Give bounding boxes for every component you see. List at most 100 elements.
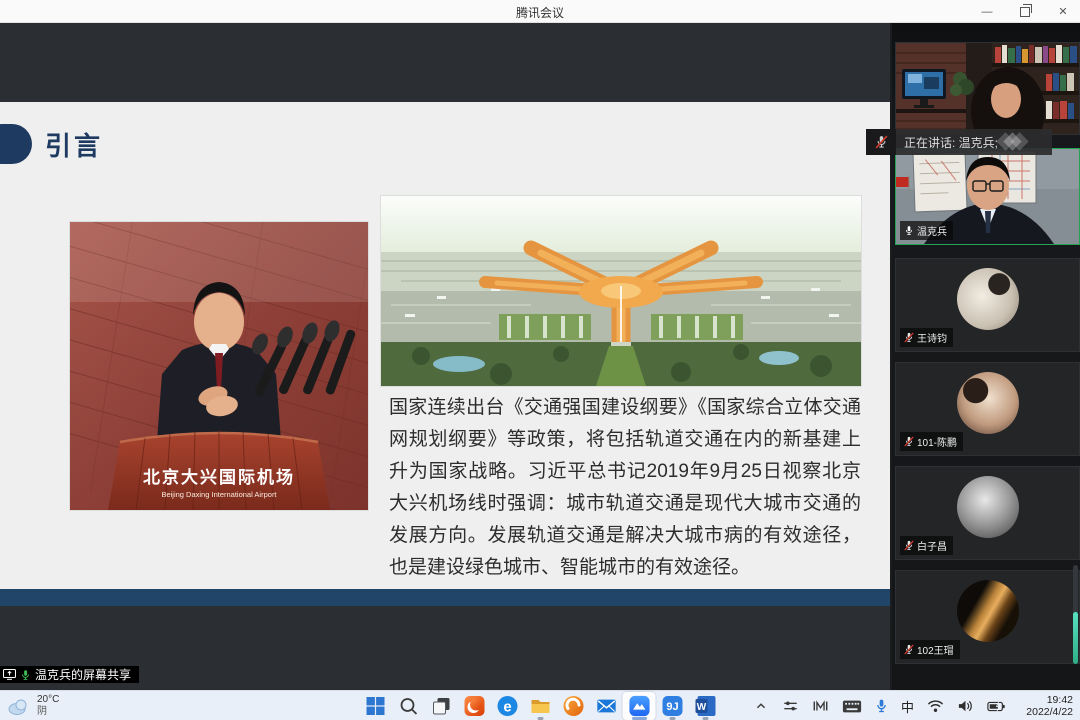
office-app-button[interactable] bbox=[458, 692, 491, 720]
speaking-mic-box bbox=[866, 129, 896, 155]
mic-muted-icon bbox=[904, 332, 914, 343]
blue-app-button[interactable]: 9J bbox=[656, 692, 689, 720]
video-tile-speaker[interactable] bbox=[895, 42, 1080, 135]
video-tile-baizichang[interactable]: 白子昌 bbox=[895, 466, 1080, 560]
restore-icon bbox=[1020, 7, 1030, 17]
blue-app-icon: 9J bbox=[661, 695, 683, 717]
edge-browser-button[interactable]: e bbox=[491, 692, 524, 720]
word-icon: W bbox=[694, 695, 716, 717]
close-button[interactable]: ✕ bbox=[1056, 5, 1070, 19]
tray-mic-active-icon[interactable] bbox=[875, 698, 888, 714]
minimize-button[interactable]: — bbox=[980, 5, 994, 19]
taskbar-app-icons: e bbox=[359, 692, 722, 720]
browser-app-button[interactable] bbox=[557, 692, 590, 720]
participant-name-badge: 温克兵 bbox=[900, 221, 953, 240]
task-view-button[interactable] bbox=[425, 692, 458, 720]
search-button[interactable] bbox=[392, 692, 425, 720]
heading-accent-shape bbox=[0, 124, 32, 164]
input-method-indicator[interactable]: 中 bbox=[901, 697, 914, 716]
word-app-button[interactable]: W bbox=[689, 692, 722, 720]
participant-name-badge: 白子昌 bbox=[900, 536, 953, 555]
participant-name-badge: 王诗钧 bbox=[900, 328, 953, 347]
browser-icon bbox=[562, 695, 584, 717]
presentation-slide: 引言 bbox=[0, 102, 890, 589]
volume-icon[interactable] bbox=[957, 699, 974, 713]
participants-panel: 温克兵 王诗钧 bbox=[890, 23, 1080, 690]
speaking-logo-diamonds bbox=[1005, 135, 1026, 148]
tencent-meeting-icon bbox=[628, 695, 650, 717]
mic-muted-icon bbox=[875, 135, 888, 149]
avatar bbox=[957, 580, 1019, 642]
touch-keyboard-icon[interactable] bbox=[842, 699, 862, 714]
cloud-icon bbox=[7, 698, 31, 715]
podium-speech-photo: 北京大兴国际机场 Beijing Daxing International Ai… bbox=[70, 222, 368, 510]
avatar bbox=[957, 268, 1019, 330]
taskbar-clock[interactable]: 19:42 2022/4/22 bbox=[1026, 694, 1073, 718]
mic-on-icon bbox=[20, 669, 31, 681]
folder-icon bbox=[529, 695, 551, 717]
mic-muted-icon bbox=[904, 644, 914, 655]
mic-muted-icon bbox=[904, 540, 914, 551]
avatar bbox=[957, 372, 1019, 434]
participants-scrollbar[interactable] bbox=[1073, 565, 1078, 664]
participant-name: 102王瑁 bbox=[917, 642, 954, 657]
weather-condition: 阴 bbox=[37, 706, 59, 718]
mail-icon bbox=[595, 695, 617, 717]
tray-app-m-icon[interactable] bbox=[812, 698, 829, 714]
window-title: 腾讯会议 bbox=[0, 4, 1080, 21]
svg-text:e: e bbox=[503, 699, 511, 716]
video-tile-wangshijun[interactable]: 王诗钧 bbox=[895, 258, 1080, 352]
podium-title-cn: 北京大兴国际机场 bbox=[143, 467, 295, 487]
screen-share-label: 温克兵的屏幕共享 bbox=[35, 666, 131, 683]
podium-title-en: Beijing Daxing International Airport bbox=[161, 490, 277, 499]
video-feed bbox=[896, 43, 1080, 135]
video-tile-wangmao[interactable]: 102王瑁 bbox=[895, 570, 1080, 664]
titlebar: 腾讯会议 — ✕ bbox=[0, 0, 1080, 23]
weather-widget[interactable]: 20°C 阴 bbox=[7, 692, 59, 720]
windows-start-icon bbox=[365, 696, 385, 716]
tray-chevron-up-icon[interactable] bbox=[753, 698, 769, 714]
mic-muted-icon bbox=[904, 436, 914, 447]
airport-aerial-photo bbox=[381, 196, 861, 386]
svg-text:W: W bbox=[696, 702, 706, 713]
start-button[interactable] bbox=[359, 692, 392, 720]
participant-name-badge: 102王瑁 bbox=[900, 640, 960, 659]
participant-name: 温克兵 bbox=[917, 223, 947, 238]
meeting-main-area: 引言 bbox=[0, 23, 1080, 690]
office-icon bbox=[463, 695, 485, 717]
tray-sliders-icon[interactable] bbox=[782, 698, 799, 714]
shared-screen-area: 引言 bbox=[0, 23, 890, 690]
mail-app-button[interactable] bbox=[590, 692, 623, 720]
slide-paragraph: 国家连续出台《交通强国建设纲要》《国家综合立体交通网规划纲要》等政策，将包括轨道… bbox=[389, 392, 861, 584]
participant-name: 白子昌 bbox=[917, 538, 947, 553]
participant-name-badge: 101-陈鹏 bbox=[900, 432, 963, 451]
search-icon bbox=[398, 696, 418, 716]
slide-bottom-bar bbox=[0, 589, 890, 606]
restore-button[interactable] bbox=[1018, 5, 1032, 19]
battery-plugged-icon[interactable] bbox=[987, 700, 1006, 713]
system-tray: 中 bbox=[753, 691, 1006, 720]
participant-name: 101-陈鹏 bbox=[917, 434, 957, 449]
wifi-icon[interactable] bbox=[927, 699, 944, 713]
edge-icon: e bbox=[496, 695, 518, 717]
window-controls: — ✕ bbox=[980, 0, 1070, 23]
screen-share-banner: 温克兵的屏幕共享 bbox=[0, 666, 139, 683]
speaking-indicator: 正在讲话: 温克兵; bbox=[866, 129, 1052, 155]
date: 2022/4/22 bbox=[1026, 706, 1073, 718]
screen-share-icon bbox=[3, 669, 16, 680]
participant-name: 王诗钧 bbox=[917, 330, 947, 345]
windows-taskbar: 20°C 阴 bbox=[0, 690, 1080, 720]
task-view-icon bbox=[431, 696, 451, 716]
svg-text:9J: 9J bbox=[666, 701, 678, 713]
weather-temp: 20°C bbox=[37, 694, 59, 706]
avatar bbox=[957, 476, 1019, 538]
mic-on-icon bbox=[904, 225, 914, 236]
video-tile-chenpeng[interactable]: 101-陈鹏 bbox=[895, 362, 1080, 456]
scrollbar-thumb[interactable] bbox=[1073, 612, 1078, 664]
video-tile-wenkebing[interactable]: 温克兵 bbox=[895, 148, 1080, 245]
tencent-meeting-app-button[interactable] bbox=[623, 692, 656, 720]
speaking-label: 正在讲话: 温克兵; bbox=[904, 134, 998, 151]
tencent-meeting-window: 腾讯会议 — ✕ 引言 bbox=[0, 0, 1080, 720]
file-explorer-button[interactable] bbox=[524, 692, 557, 720]
time: 19:42 bbox=[1026, 694, 1073, 706]
